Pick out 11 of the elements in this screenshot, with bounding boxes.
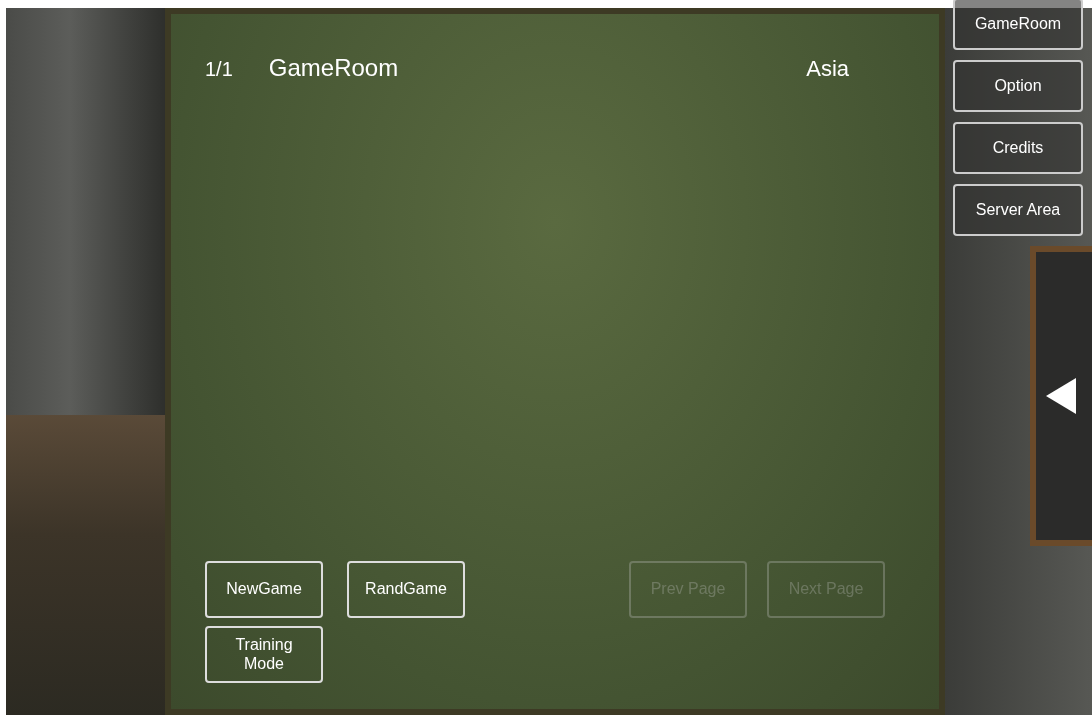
action-button[interactable]: NewGame	[205, 561, 323, 618]
menu-button[interactable]: Server Area	[953, 184, 1083, 236]
action-button[interactable]: Training Mode	[205, 626, 323, 683]
menu-button[interactable]: Credits	[953, 122, 1083, 174]
menu-button[interactable]: Option	[953, 60, 1083, 112]
page-counter: 1/1	[205, 57, 233, 82]
menu-button[interactable]: GameRoom	[953, 0, 1083, 50]
action-button[interactable]: RandGame	[347, 561, 465, 618]
left-arrow-icon[interactable]	[1046, 378, 1076, 414]
region-label: Asia	[806, 55, 849, 83]
board-title: GameRoom	[268, 53, 399, 83]
